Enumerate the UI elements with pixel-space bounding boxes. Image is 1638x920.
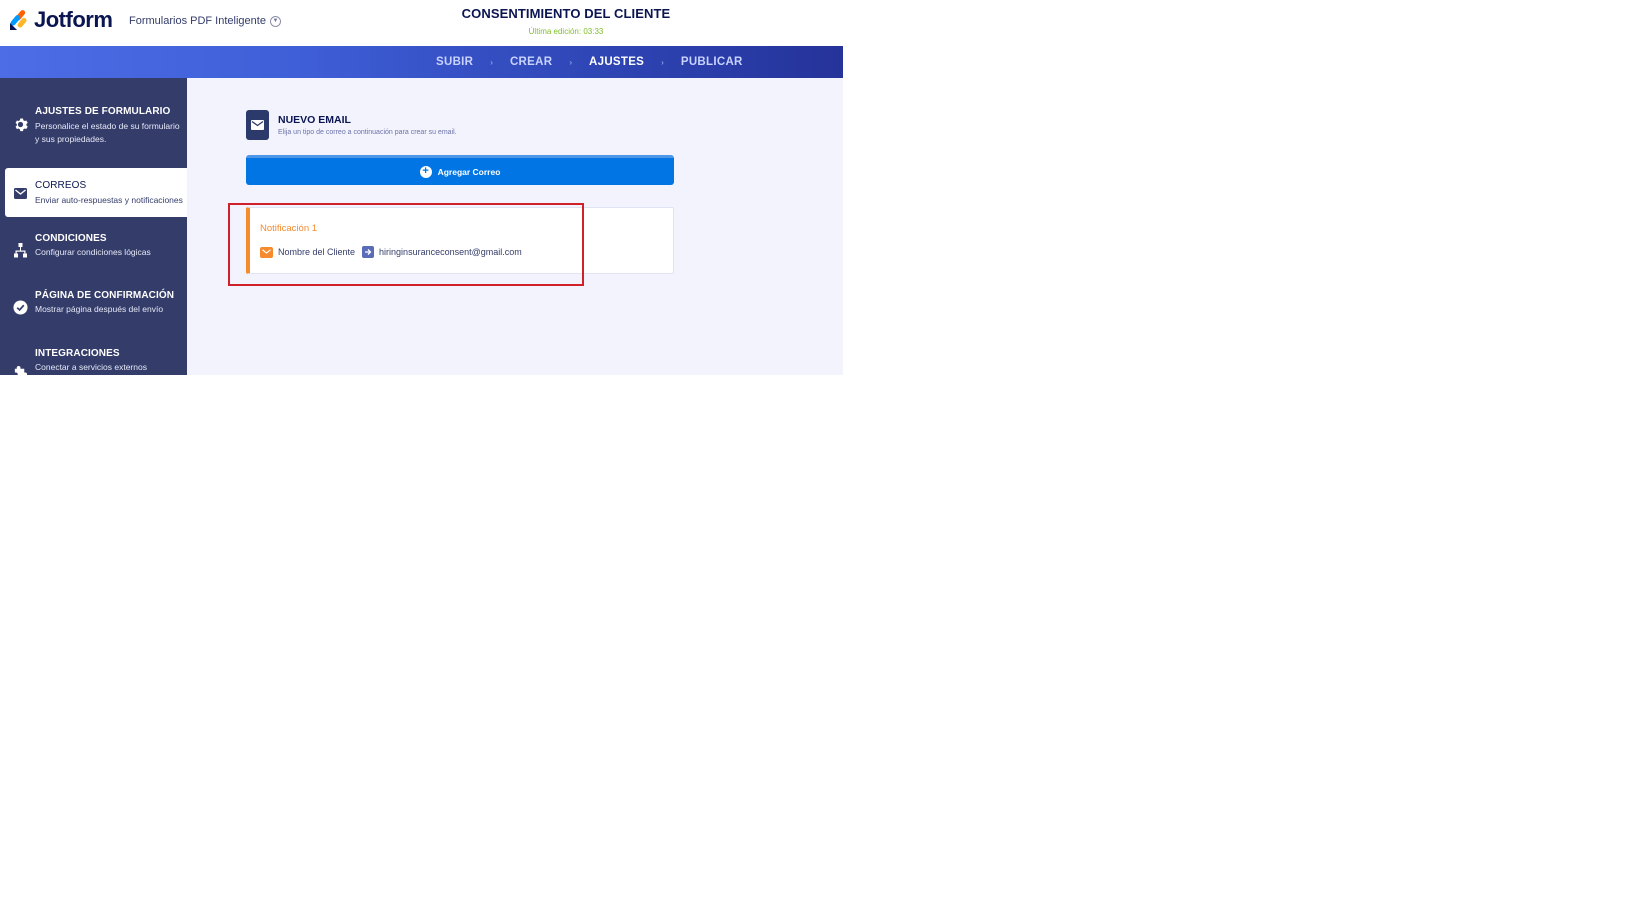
last-edit-status: Última edición: 03:33 bbox=[528, 27, 604, 36]
add-email-button-label: Agregar Correo bbox=[437, 166, 501, 177]
tab-crear[interactable]: CREAR bbox=[510, 56, 552, 68]
add-email-button[interactable]: + Agregar Correo bbox=[246, 155, 674, 185]
sidebar-item-confirmation-page[interactable]: PÁGINA DE CONFIRMACIÓN Mostrar página de… bbox=[0, 282, 187, 332]
plus-circle-icon: + bbox=[419, 165, 432, 178]
new-email-description: Elija un tipo de correo a continuación p… bbox=[278, 129, 457, 136]
top-header: Jotform Formularios PDF Inteligente ▼ CO… bbox=[0, 0, 843, 46]
sidebar-item-desc: Enviar auto-respuestas y notificaciones bbox=[35, 195, 183, 205]
email-document-icon bbox=[246, 110, 269, 140]
jotform-app: Jotform Formularios PDF Inteligente ▼ CO… bbox=[0, 0, 843, 375]
sidebar-item-emails[interactable]: CORREOS Enviar auto-respuestas y notific… bbox=[5, 168, 187, 217]
new-email-title: NUEVO EMAIL bbox=[278, 114, 351, 126]
sidebar-item-title: PÁGINA DE CONFIRMACIÓN bbox=[35, 290, 175, 301]
sidebar-item-form-settings[interactable]: AJUSTES DE FORMULARIO Personalice el est… bbox=[0, 98, 187, 160]
settings-sidebar: AJUSTES DE FORMULARIO Personalice el est… bbox=[0, 78, 187, 375]
sidebar-item-title: CORREOS bbox=[35, 180, 87, 191]
nav-separator: › bbox=[569, 57, 573, 67]
conditions-icon bbox=[12, 242, 28, 258]
gear-icon bbox=[12, 116, 28, 132]
puzzle-icon bbox=[12, 364, 28, 375]
nav-separator: › bbox=[490, 57, 493, 67]
sidebar-item-integrations[interactable]: INTEGRACIONES Conectar a servicios exter… bbox=[0, 340, 187, 375]
tab-publicar[interactable]: PUBLICAR bbox=[681, 56, 743, 68]
sidebar-item-desc: Conectar a servicios externos bbox=[35, 362, 147, 372]
tab-subir[interactable]: SUBIR bbox=[436, 56, 473, 68]
sidebar-item-desc: Mostrar página después del envío bbox=[35, 304, 164, 314]
nav-separator: › bbox=[661, 57, 664, 67]
sidebar-item-title: INTEGRACIONES bbox=[35, 348, 120, 359]
envelope-icon bbox=[12, 185, 28, 201]
sidebar-item-desc: Configurar condiciones lógicas bbox=[35, 247, 151, 257]
check-badge-icon bbox=[12, 299, 28, 315]
sidebar-item-desc: Personalice el estado de su formulario y… bbox=[35, 121, 180, 144]
form-title[interactable]: CONSENTIMIENTO DEL CLIENTE bbox=[0, 6, 843, 21]
sidebar-item-title: CONDICIONES bbox=[35, 233, 107, 244]
tab-ajustes[interactable]: AJUSTES bbox=[589, 56, 644, 68]
highlight-annotation-box bbox=[228, 203, 584, 286]
sidebar-item-title: AJUSTES DE FORMULARIO bbox=[35, 106, 171, 117]
sidebar-item-conditions[interactable]: CONDICIONES Configurar condiciones lógic… bbox=[0, 224, 187, 274]
builder-navbar: SUBIR › CREAR › AJUSTES › PUBLICAR bbox=[0, 46, 843, 78]
